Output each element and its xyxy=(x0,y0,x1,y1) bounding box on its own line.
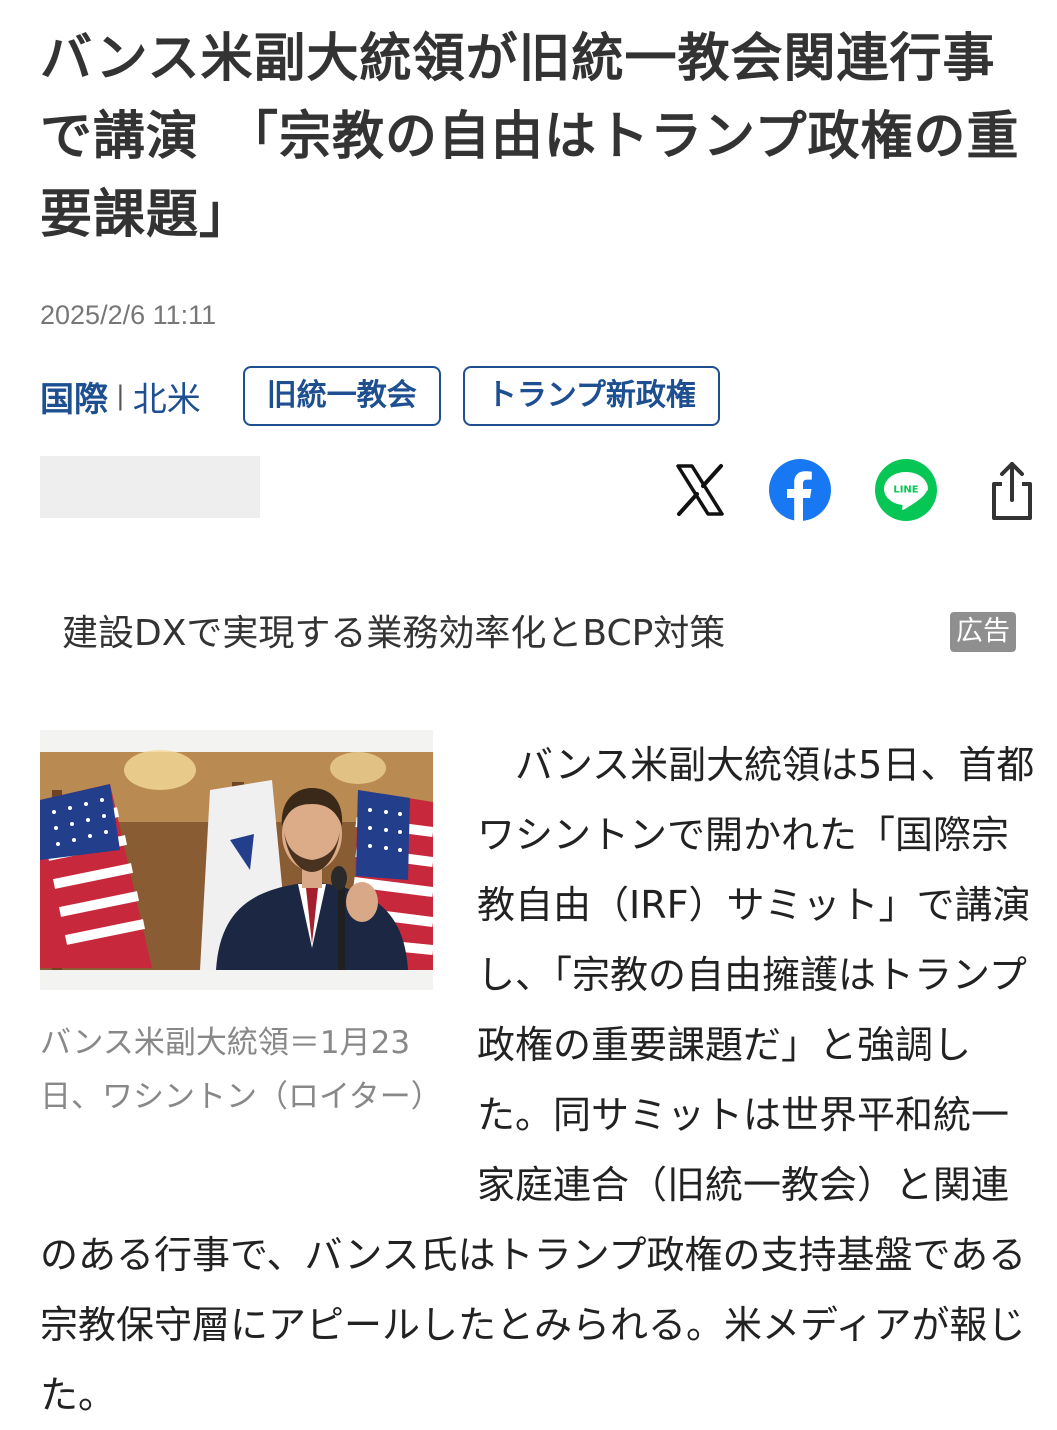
share-facebook-button[interactable] xyxy=(760,450,840,530)
ad-banner[interactable]: 建設DXで実現する業務効率化とBCP対策 広告 xyxy=(40,590,1020,670)
tag-trump-administration[interactable]: トランプ新政権 xyxy=(462,366,720,426)
line-icon-text: LINE xyxy=(893,485,918,496)
x-icon xyxy=(676,464,724,516)
facebook-icon xyxy=(769,459,831,521)
category-link-secondary[interactable]: 北米 xyxy=(133,372,201,421)
ad-text: 建設DXで実現する業務効率化とBCP対策 xyxy=(62,613,726,654)
article-headline: バンス米副大統領が旧統一教会関連行事で講演 「宗教の自由はトランプ政権の重要課題… xyxy=(40,29,1020,245)
category-separator: | xyxy=(116,381,125,411)
ad-badge: 広告 xyxy=(950,612,1016,652)
placeholder-block xyxy=(40,456,260,518)
category-link-primary[interactable]: 国際 xyxy=(40,372,108,421)
article-body: バンス米副大統領は5日、首都ワシントンで開かれた「国際宗教自由（IRF）サミット… xyxy=(40,730,1040,1430)
line-icon: LINE xyxy=(875,459,937,521)
share-x-button[interactable] xyxy=(660,450,740,530)
share-icon xyxy=(992,462,1032,520)
share-line-button[interactable]: LINE xyxy=(866,450,946,530)
share-bar: LINE xyxy=(660,450,1050,530)
figure-spacer xyxy=(40,730,477,1200)
publish-date: 2025/2/6 11:11 xyxy=(40,300,217,330)
tag-unification-church[interactable]: 旧統一教会 xyxy=(242,366,441,426)
category-row: 国際 | 北米 旧統一教会 トランプ新政権 xyxy=(40,366,720,426)
share-more-button[interactable] xyxy=(972,450,1052,530)
